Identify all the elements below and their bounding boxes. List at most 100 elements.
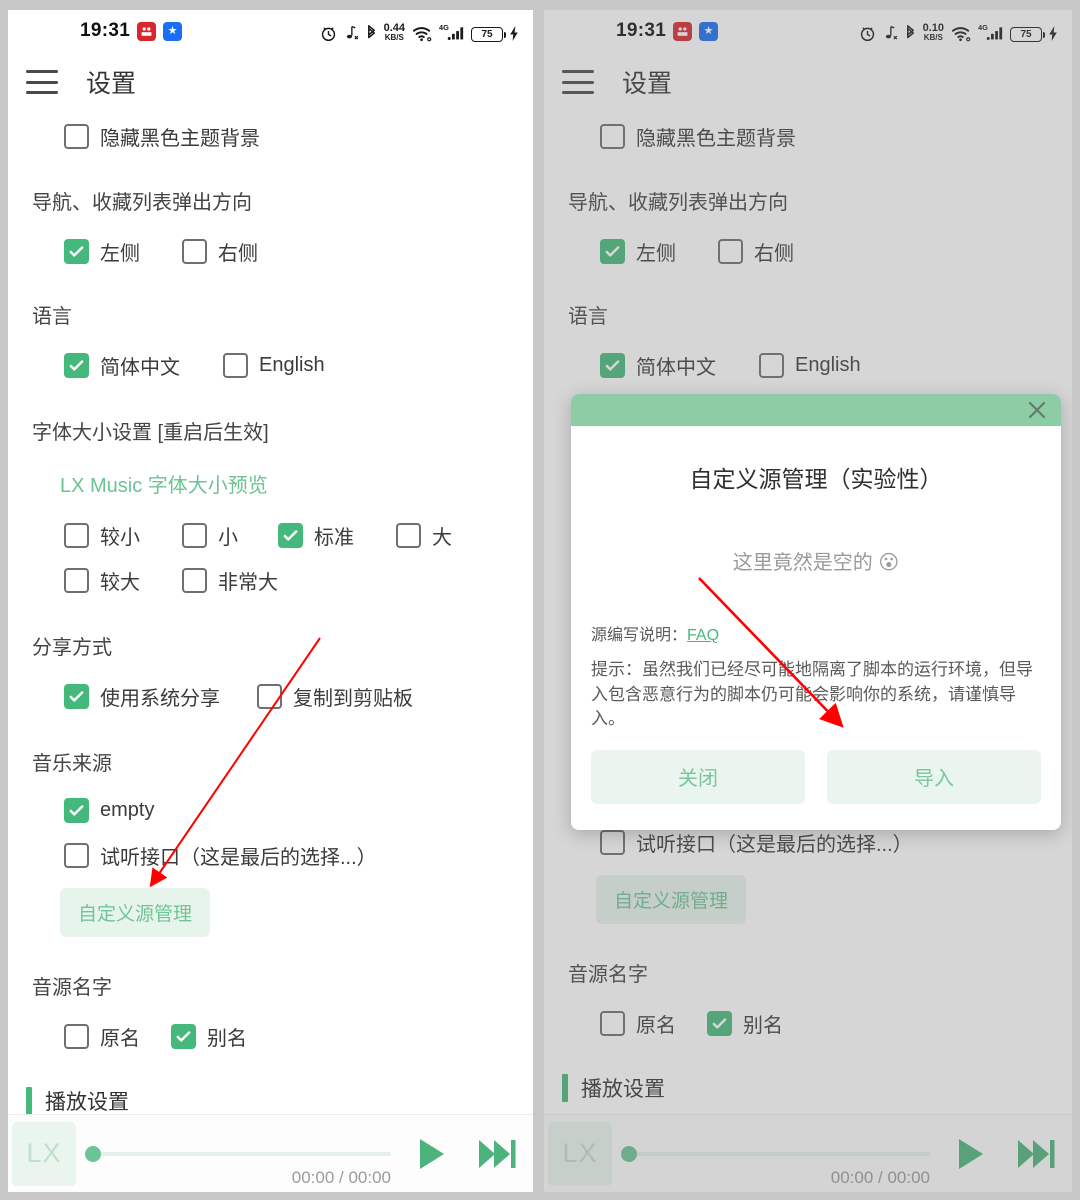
checkbox-box (396, 523, 421, 548)
dialog-import-button[interactable]: 导入 (827, 749, 1041, 804)
section-title-font-size: 字体大小设置 [重启后生效] (32, 422, 269, 444)
custom-source-manage-button[interactable]: 自定义源管理 (596, 875, 747, 924)
setting-row-source-preview-api: 试听接口（这是最后的选择...） (8, 841, 533, 870)
progress-slider[interactable] (85, 1145, 391, 1162)
network-speed-icon: 0.44 KB/S (383, 22, 405, 42)
checkbox-share-clipboard[interactable]: 复制到剪贴板 (257, 682, 413, 711)
checkbox-lang-zh[interactable]: 简体中文 (64, 351, 223, 380)
music-mute-icon (343, 25, 359, 42)
checkbox-source-original-name[interactable]: 原名 (64, 1022, 171, 1051)
checkbox-box (64, 124, 89, 149)
checkbox-source-preview-api[interactable]: 试听接口（这是最后的选择...） (600, 828, 913, 857)
hamburger-icon[interactable] (562, 70, 594, 94)
checkbox-box (759, 353, 784, 378)
charging-bolt-icon (509, 25, 519, 42)
setting-row-font-size-1: 较小 小 标准 大 (8, 521, 533, 550)
custom-source-manage-button[interactable]: 自定义源管理 (60, 888, 211, 937)
setting-row-popup-direction: 左侧 右侧 (8, 237, 533, 266)
checkbox-lang-zh[interactable]: 简体中文 (600, 351, 759, 380)
dialog-close-button[interactable]: 关闭 (591, 749, 805, 804)
checkbox-font-large[interactable]: 大 (396, 521, 452, 550)
checkbox-box (182, 568, 207, 593)
checkbox-hide-dark-bg[interactable]: 隐藏黑色主题背景 (600, 122, 796, 151)
player-time-label: 00:00 / 00:00 (291, 1167, 391, 1187)
checkbox-popup-right[interactable]: 右侧 (182, 237, 258, 266)
checkbox-source-preview-api[interactable]: 试听接口（这是最后的选择...） (64, 841, 377, 870)
status-right-cluster: 0.44 KB/S 4G 75 (320, 20, 519, 42)
checkbox-box (171, 1024, 196, 1049)
music-mute-icon (882, 25, 898, 42)
checkbox-box (182, 523, 207, 548)
right-status-bar: 19:31 ★ 0.10 KB/S 4G 75 (544, 10, 1072, 54)
checkbox-font-larger[interactable]: 较大 (64, 566, 182, 595)
right-screen: 19:31 ★ 0.10 KB/S 4G 75 设置 隐藏黑色主题背景 导航、收… (544, 10, 1072, 1192)
section-title-language: 语言 (32, 306, 72, 328)
next-track-icon[interactable] (1000, 1134, 1072, 1174)
checkbox-label: empty (100, 799, 155, 821)
checkbox-label: 左侧 (636, 243, 676, 265)
checkbox-label: English (795, 354, 861, 376)
screenshot-stage: 19:31 ★ 0.44 KB/S 4G 75 设置 隐藏黑色主题背景 导航、收… (0, 0, 1080, 1200)
signal-bars-icon: 4G (439, 22, 465, 42)
checkbox-popup-left[interactable]: 左侧 (600, 237, 718, 266)
left-settings-list: 隐藏黑色主题背景 导航、收藏列表弹出方向 左侧 右侧 语言 简体中文 Engli… (8, 122, 533, 1116)
section-title-share-mode: 分享方式 (32, 637, 112, 659)
dialog-header (571, 394, 1061, 426)
dialog-faq-line: 源编写说明：FAQ (591, 621, 1041, 645)
hamburger-icon[interactable] (26, 70, 58, 94)
checkbox-label: 别名 (207, 1028, 247, 1050)
wifi-icon (411, 24, 433, 42)
notification-app-icon-red (673, 21, 693, 41)
checkbox-font-standard[interactable]: 标准 (278, 521, 396, 550)
checkbox-label: 别名 (743, 1015, 783, 1037)
close-icon[interactable] (1023, 396, 1051, 424)
custom-source-dialog: 自定义源管理（实验性） 这里竟然是空的 😮 源编写说明：FAQ 提示：虽然我们已… (571, 394, 1061, 830)
alarm-icon (320, 25, 337, 42)
checkbox-label: English (259, 354, 325, 376)
left-app-bar: 设置 (8, 54, 533, 110)
checkbox-box (718, 239, 743, 264)
page-title: 设置 (622, 70, 673, 98)
right-app-bar: 设置 (544, 54, 1072, 110)
checkbox-share-system[interactable]: 使用系统分享 (64, 682, 257, 711)
checkbox-popup-left[interactable]: 左侧 (64, 237, 182, 266)
checkbox-font-small[interactable]: 小 (182, 521, 278, 550)
next-track-icon[interactable] (461, 1134, 533, 1174)
section-title-popup-direction: 导航、收藏列表弹出方向 (568, 192, 788, 214)
status-left-cluster: 19:31 ★ (616, 20, 719, 42)
slider-knob[interactable] (85, 1145, 101, 1162)
bluetooth-icon (904, 24, 917, 42)
checkbox-hide-dark-bg[interactable]: 隐藏黑色主题背景 (64, 122, 260, 151)
album-art-placeholder: LX (548, 1121, 612, 1186)
checkbox-font-smaller[interactable]: 较小 (64, 521, 182, 550)
left-phone-panel: 19:31 ★ 0.44 KB/S 4G 75 设置 隐藏黑色主题背景 导航、收… (0, 0, 540, 1200)
checkbox-source-empty[interactable]: empty (64, 798, 154, 823)
setting-row-source-empty: empty (8, 798, 533, 823)
play-icon[interactable] (938, 1132, 1000, 1176)
checkbox-box (64, 1024, 89, 1049)
checkbox-font-huge[interactable]: 非常大 (182, 566, 278, 595)
setting-row-font-size-2: 较大 非常大 (8, 566, 533, 595)
checkbox-source-alias[interactable]: 别名 (707, 1009, 783, 1038)
section-title-popup-direction: 导航、收藏列表弹出方向 (32, 192, 252, 214)
setting-row-hide-dark-bg: 隐藏黑色主题背景 (8, 122, 533, 151)
checkbox-popup-right[interactable]: 右侧 (718, 237, 794, 266)
setting-row-share-mode: 使用系统分享 复制到剪贴板 (8, 682, 533, 711)
player-time-label: 00:00 / 00:00 (830, 1167, 930, 1187)
faq-link[interactable]: FAQ (687, 627, 719, 644)
checkbox-source-original-name[interactable]: 原名 (600, 1009, 707, 1038)
checkbox-lang-en[interactable]: English (759, 353, 861, 378)
svg-text:4G: 4G (439, 23, 449, 32)
progress-slider[interactable] (621, 1145, 930, 1162)
checkbox-lang-en[interactable]: English (223, 353, 325, 378)
section-title-music-source: 音乐来源 (32, 753, 112, 775)
setting-row-popup-direction: 左侧 右侧 (544, 237, 1072, 266)
checkbox-box (64, 798, 89, 823)
status-right-cluster: 0.10 KB/S 4G 75 (859, 20, 1058, 42)
checkbox-box (600, 1011, 625, 1036)
checkbox-source-alias[interactable]: 别名 (171, 1022, 247, 1051)
play-icon[interactable] (399, 1132, 461, 1176)
slider-knob[interactable] (621, 1145, 637, 1162)
custom-source-manage-wrap: 自定义源管理 (544, 875, 1072, 924)
checkbox-box (600, 830, 625, 855)
